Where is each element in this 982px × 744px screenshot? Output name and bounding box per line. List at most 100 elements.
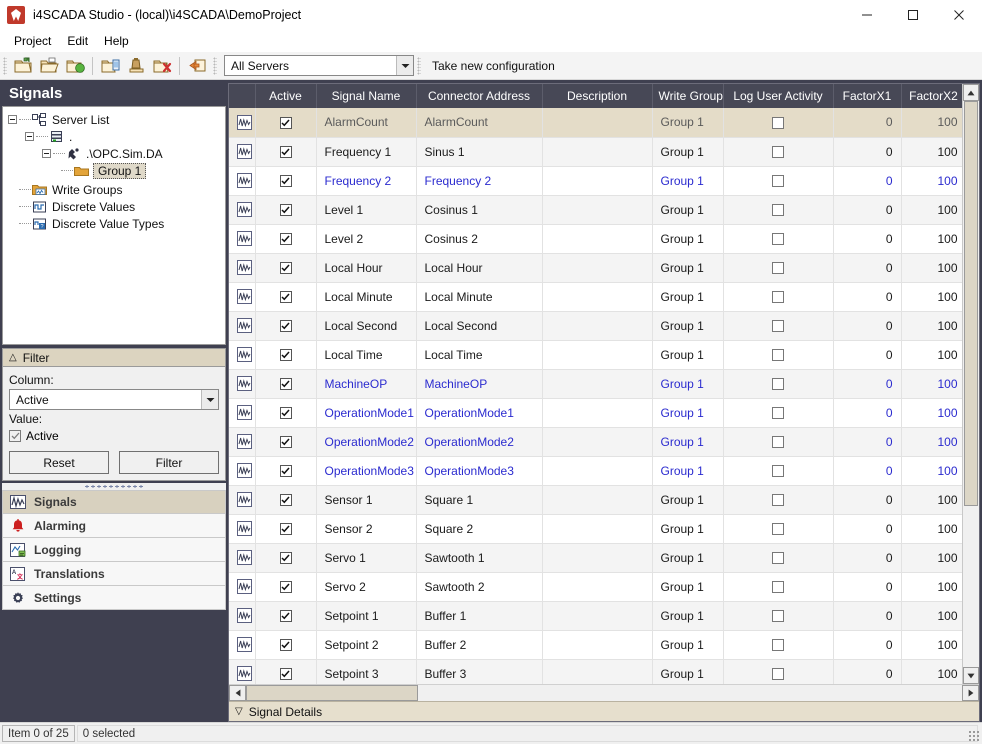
tree-item-discrete-value-types[interactable]: ? Discrete Value Types [3,215,225,232]
column-header-factor-x1[interactable]: FactorX1 [833,84,901,108]
checkbox-checked-icon[interactable] [280,204,292,216]
cell-factor-x1[interactable]: 0 [833,108,901,137]
checkbox-unchecked-icon[interactable] [772,349,784,361]
cell-log-user-activity[interactable] [723,456,833,485]
cell-factor-x1[interactable]: 0 [833,601,901,630]
cell-active[interactable] [255,108,316,137]
cell-connector-address[interactable]: Square 1 [416,485,542,514]
cell-description[interactable] [542,253,652,282]
vertical-scroll-track[interactable] [963,101,979,667]
cell-factor-x1[interactable]: 0 [833,340,901,369]
cell-log-user-activity[interactable] [723,630,833,659]
tree-item-server-list[interactable]: Server List [3,111,225,128]
table-row[interactable]: Local SecondLocal SecondGroup 10100 [229,311,962,340]
cell-write-group[interactable]: Group 1 [652,282,723,311]
cell-factor-x2[interactable]: 100 [901,195,962,224]
cell-signal-name[interactable]: Frequency 2 [316,166,416,195]
cell-log-user-activity[interactable] [723,659,833,684]
window-resize-grip[interactable] [968,730,980,742]
table-row[interactable]: MachineOPMachineOPGroup 10100 [229,369,962,398]
cell-factor-x1[interactable]: 0 [833,456,901,485]
cell-active[interactable] [255,253,316,282]
cell-connector-address[interactable]: Buffer 3 [416,659,542,684]
tree-item-opc-sim-da[interactable]: .\OPC.Sim.DA [3,145,225,162]
checkbox-unchecked-icon[interactable] [772,233,784,245]
checkbox-unchecked-icon[interactable] [772,494,784,506]
cell-active[interactable] [255,224,316,253]
cell-factor-x1[interactable]: 0 [833,224,901,253]
signal-details-bar[interactable]: ▽ Signal Details [229,701,979,721]
cell-factor-x2[interactable]: 100 [901,427,962,456]
expander-minus-icon[interactable] [42,149,51,158]
cell-signal-name[interactable]: OperationMode1 [316,398,416,427]
table-row[interactable]: OperationMode2OperationMode2Group 10100 [229,427,962,456]
cell-description[interactable] [542,282,652,311]
server-filter-combo[interactable]: All Servers [224,55,414,76]
cell-write-group[interactable]: Group 1 [652,601,723,630]
cell-factor-x1[interactable]: 0 [833,427,901,456]
cell-signal-name[interactable]: Setpoint 3 [316,659,416,684]
cell-connector-address[interactable]: AlarmCount [416,108,542,137]
horizontal-scroll-track[interactable] [246,685,962,701]
tree-item-discrete-values[interactable]: Discrete Values [3,198,225,215]
cell-log-user-activity[interactable] [723,108,833,137]
filter-button[interactable]: Filter [119,451,219,474]
tree-item-computer[interactable]: . [3,128,225,145]
cell-signal-name[interactable]: Frequency 1 [316,137,416,166]
cell-signal-name[interactable]: Level 1 [316,195,416,224]
checkbox-unchecked-icon[interactable] [772,320,784,332]
cell-signal-name[interactable]: Setpoint 2 [316,630,416,659]
checkbox-checked-icon[interactable] [280,610,292,622]
cell-factor-x1[interactable]: 0 [833,572,901,601]
checkbox-checked-icon[interactable] [280,494,292,506]
cell-log-user-activity[interactable] [723,311,833,340]
grid-vertical-scrollbar[interactable] [962,84,979,684]
maximize-button[interactable] [890,0,936,30]
cell-factor-x1[interactable]: 0 [833,311,901,340]
checkbox-unchecked-icon[interactable] [772,146,784,158]
cell-connector-address[interactable]: OperationMode1 [416,398,542,427]
cell-write-group[interactable]: Group 1 [652,195,723,224]
cell-active[interactable] [255,456,316,485]
cell-write-group[interactable]: Group 1 [652,369,723,398]
exit-icon[interactable] [184,54,210,78]
cell-factor-x1[interactable]: 0 [833,195,901,224]
delete-icon[interactable] [149,54,175,78]
table-row[interactable]: Level 2Cosinus 2Group 10100 [229,224,962,253]
checkbox-unchecked-icon[interactable] [772,204,784,216]
sidebar-item-signals[interactable]: Signals [2,490,226,514]
cell-description[interactable] [542,108,652,137]
table-row[interactable]: Servo 2Sawtooth 2Group 10100 [229,572,962,601]
cell-description[interactable] [542,195,652,224]
cell-log-user-activity[interactable] [723,282,833,311]
cell-write-group[interactable]: Group 1 [652,166,723,195]
cell-write-group[interactable]: Group 1 [652,224,723,253]
cell-connector-address[interactable]: OperationMode2 [416,427,542,456]
cell-signal-name[interactable]: Sensor 1 [316,485,416,514]
cell-connector-address[interactable]: Sawtooth 2 [416,572,542,601]
tree-item-group-1[interactable]: Group 1 [3,162,225,179]
cell-signal-name[interactable]: Local Minute [316,282,416,311]
toolbar-grip-3[interactable] [417,57,421,75]
scroll-left-arrow-icon[interactable] [229,685,246,701]
table-row[interactable]: Sensor 2Square 2Group 10100 [229,514,962,543]
cell-log-user-activity[interactable] [723,195,833,224]
checkbox-checked-icon[interactable] [280,552,292,564]
cell-factor-x2[interactable]: 100 [901,166,962,195]
horizontal-scroll-thumb[interactable] [246,685,418,701]
take-new-configuration-button[interactable]: Take new configuration [424,59,563,73]
checkbox-checked-icon[interactable] [280,117,292,129]
cell-active[interactable] [255,601,316,630]
cell-log-user-activity[interactable] [723,514,833,543]
reset-button[interactable]: Reset [9,451,109,474]
table-row[interactable]: Setpoint 1Buffer 1Group 10100 [229,601,962,630]
cell-log-user-activity[interactable] [723,224,833,253]
open-project-icon[interactable] [36,54,62,78]
cell-factor-x1[interactable]: 0 [833,543,901,572]
column-header-log-user-activity[interactable]: Log User Activity [723,84,833,108]
checkbox-unchecked-icon[interactable] [772,552,784,564]
cell-active[interactable] [255,485,316,514]
table-row[interactable]: Servo 1Sawtooth 1Group 10100 [229,543,962,572]
cell-active[interactable] [255,166,316,195]
cell-connector-address[interactable]: Sawtooth 1 [416,543,542,572]
